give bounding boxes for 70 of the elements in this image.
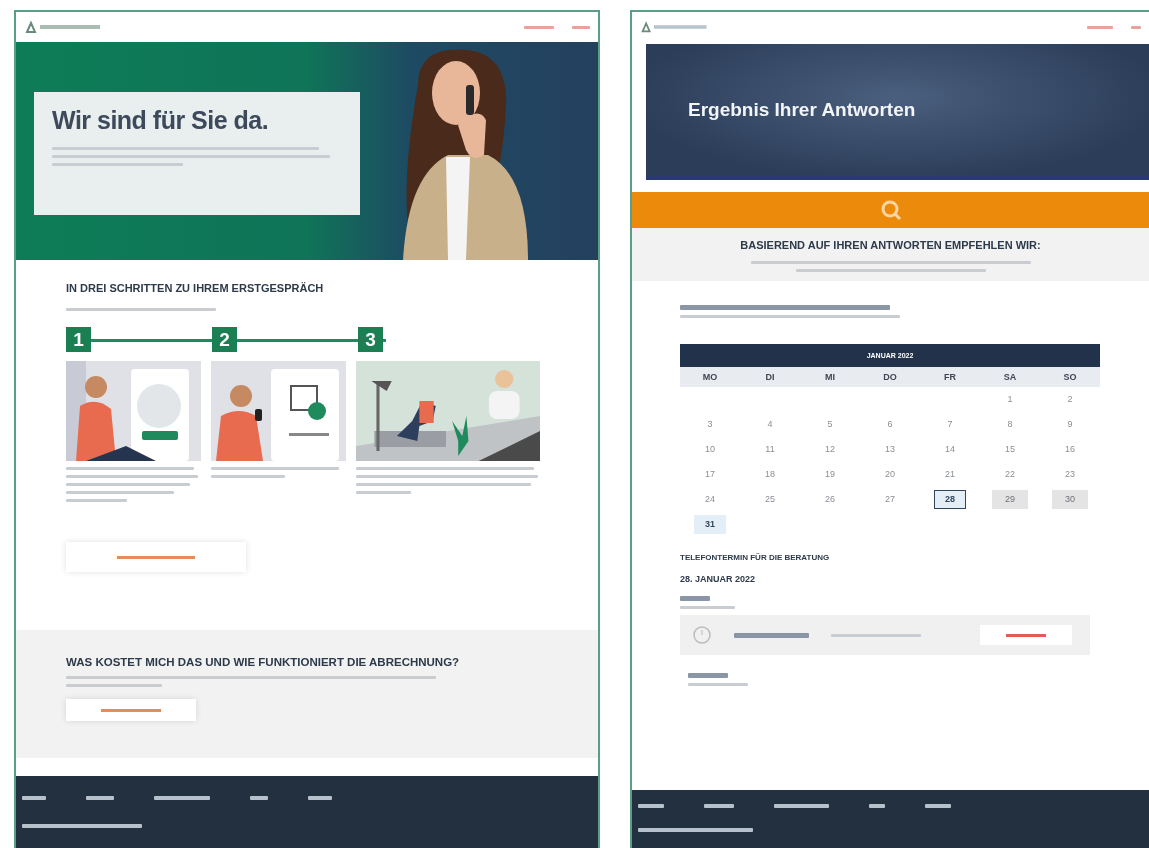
illegible-text-drawing <box>680 596 735 609</box>
nav-link-drawing[interactable] <box>1087 25 1113 29</box>
footer-link-drawing[interactable] <box>638 804 664 808</box>
weekday-label: DO <box>882 372 898 382</box>
calendar-day: 27 <box>874 490 906 509</box>
weekday-label: MI <box>824 372 836 382</box>
calendar-day: 3 <box>696 415 724 434</box>
calendar-day: 24 <box>694 490 726 509</box>
calendar-day: 6 <box>876 415 904 434</box>
calendar-day: 20 <box>874 465 906 484</box>
search-icon <box>879 199 902 221</box>
calendar-day: 29 <box>992 490 1028 509</box>
weekday-label: DI <box>764 372 776 382</box>
footer-link-drawing[interactable] <box>869 804 885 808</box>
weekday-label: FR <box>943 372 957 382</box>
appointment-heading: TELEFONTERMIN FÜR DIE BERATUNG <box>680 553 831 562</box>
weekday-label: MO <box>701 372 719 382</box>
clock-icon <box>692 625 712 645</box>
calendar-day: 10 <box>694 440 726 459</box>
calendar-day: 4 <box>756 415 784 434</box>
calendar-day: 1 <box>996 390 1024 409</box>
weekday-label: SO <box>1062 372 1078 382</box>
calendar-day: 30 <box>1052 490 1088 509</box>
calendar-day: 7 <box>936 415 964 434</box>
weekday-label: SA <box>1002 372 1018 382</box>
footer-link-drawing[interactable] <box>86 796 114 800</box>
calendar-day: 25 <box>754 490 786 509</box>
calendar-day: 11 <box>754 440 786 459</box>
footer-link-drawing[interactable] <box>22 796 46 800</box>
calendar-day: 13 <box>874 440 906 459</box>
illegible-button-drawing[interactable] <box>980 625 1072 645</box>
calendar-day: 5 <box>816 415 844 434</box>
footer-link-drawing[interactable] <box>704 804 734 808</box>
calendar-day: 22 <box>994 465 1026 484</box>
calendar-day: 2 <box>1056 390 1084 409</box>
illegible-button-drawing[interactable] <box>66 542 246 572</box>
illegible-button-drawing[interactable] <box>66 699 196 721</box>
calendar-day: 17 <box>694 465 726 484</box>
footer-link-drawing[interactable] <box>308 796 332 800</box>
section-heading: BASIEREND AUF IHREN ANTWORTEN EMPFEHLEN WIR: <box>739 239 1042 251</box>
calendar-day: 26 <box>814 490 846 509</box>
step-number: 2 <box>212 327 237 352</box>
calendar-day: 18 <box>754 465 786 484</box>
nav-link-drawing[interactable] <box>524 25 554 29</box>
calendar-day: 15 <box>994 440 1026 459</box>
section-heading: WAS KOSTET MICH DAS UND WIE FUNKTIONIERT DIE ABRECHNUNG? <box>66 656 461 668</box>
nav-link-drawing[interactable] <box>1131 25 1141 29</box>
footer-link-drawing[interactable] <box>774 804 829 808</box>
hero-title: Ergebnis Ihrer Antworten <box>688 99 916 121</box>
calendar-day: 16 <box>1054 440 1086 459</box>
calendar-day[interactable]: 31 <box>694 515 726 534</box>
section-heading: IN DREI SCHRITTEN ZU IHREM ERSTGESPRÄCH <box>66 282 325 294</box>
footer-link-drawing[interactable] <box>925 804 951 808</box>
footer-link-drawing[interactable] <box>154 796 210 800</box>
calendar-day: 8 <box>996 415 1024 434</box>
calendar-day: 12 <box>814 440 846 459</box>
nav-link-drawing[interactable] <box>572 25 590 29</box>
step-number: 3 <box>358 327 383 352</box>
step-number: 1 <box>66 327 91 352</box>
calendar-day: 23 <box>1054 465 1086 484</box>
logo-icon[interactable] <box>640 20 710 34</box>
illegible-text-drawing <box>688 673 748 686</box>
calendar-day: 19 <box>814 465 846 484</box>
calendar-day: 9 <box>1056 415 1084 434</box>
calendar-day: 21 <box>934 465 966 484</box>
appointment-date: 28. JANUAR 2022 <box>680 574 757 584</box>
calendar-day: 14 <box>934 440 966 459</box>
footer-link-drawing[interactable] <box>250 796 268 800</box>
hero-title: Wir sind für Sie da. <box>52 106 270 135</box>
calendar-day[interactable]: 28 <box>934 490 966 509</box>
